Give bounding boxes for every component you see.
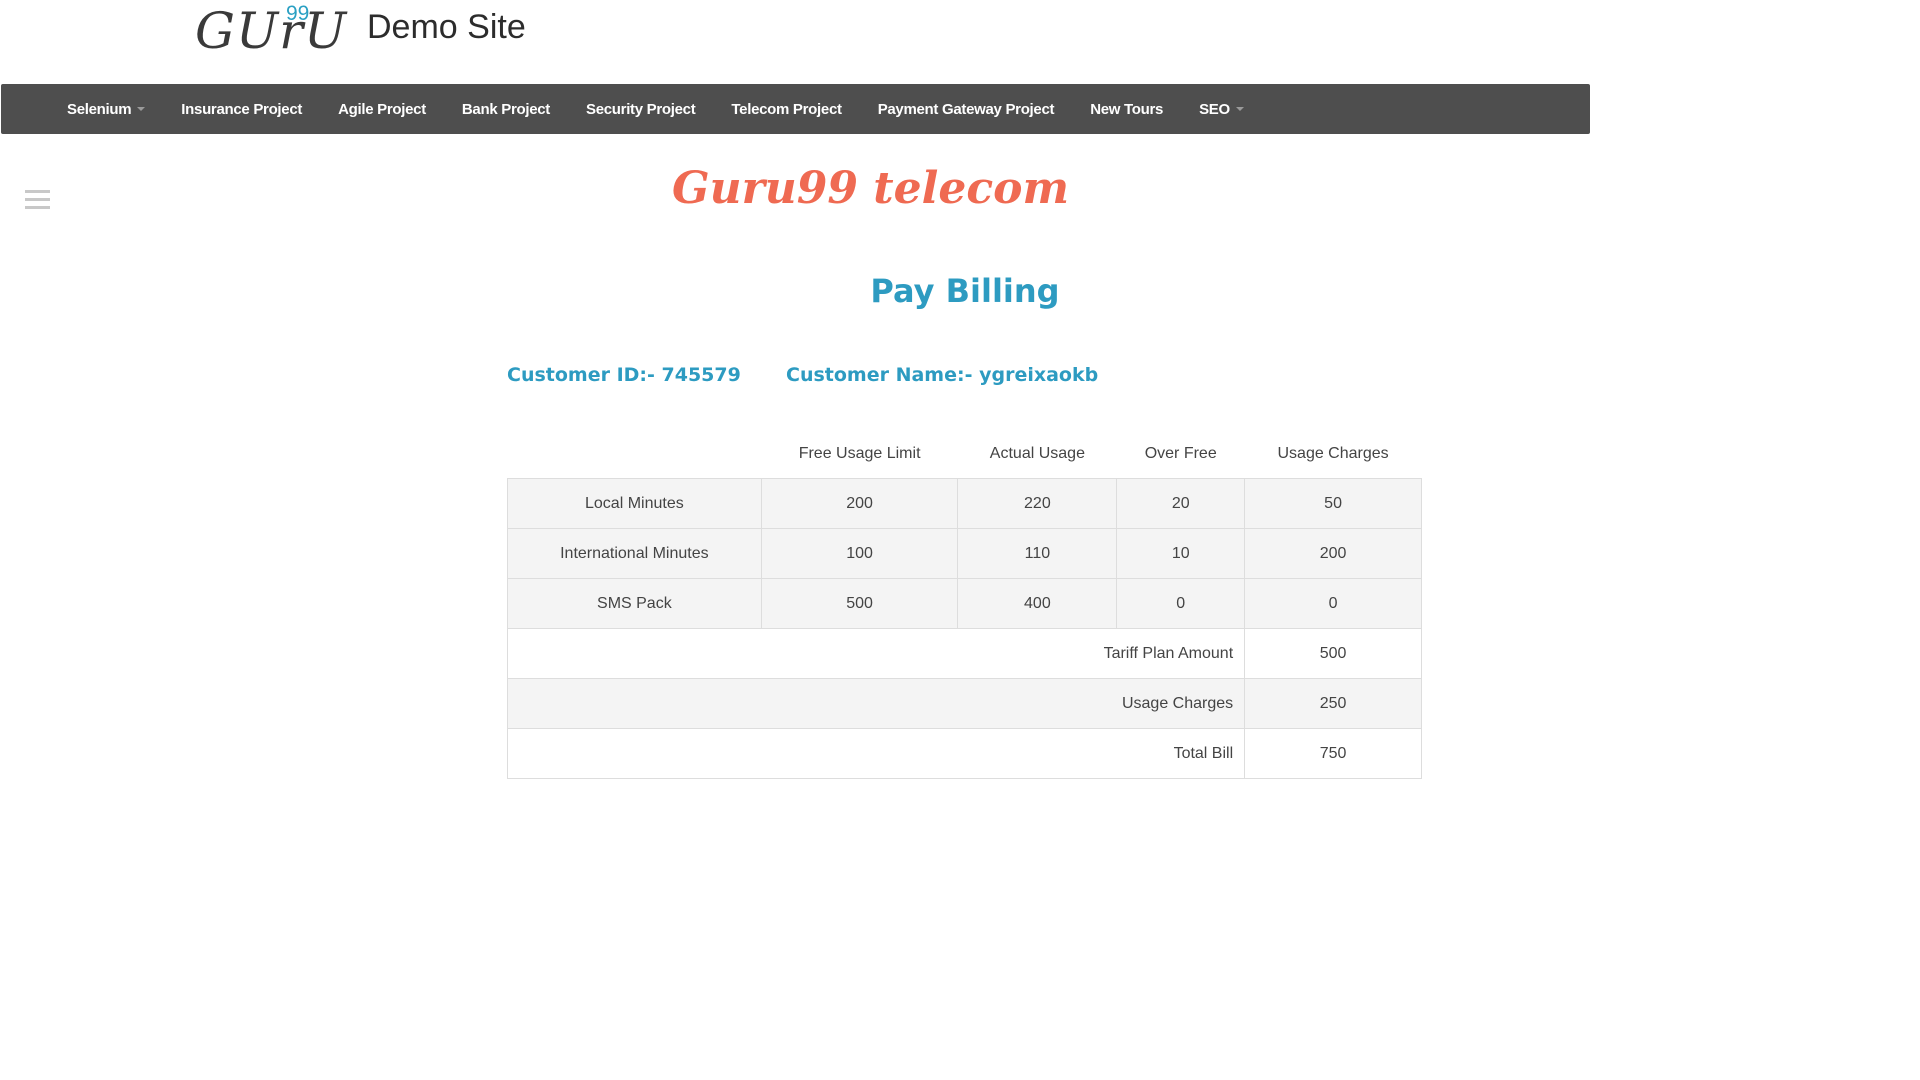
summary-value: 500 bbox=[1244, 628, 1422, 679]
summary-label: Usage Charges bbox=[506, 678, 1246, 729]
summary-label: Total Bill bbox=[506, 728, 1246, 779]
table-cell: 200 bbox=[760, 478, 959, 529]
nav-item-label: Agile Project bbox=[338, 100, 426, 118]
column-header-usage-charges: Usage Charges bbox=[1277, 445, 1389, 462]
customer-name: Customer Name:- ygreixaokb bbox=[786, 364, 1099, 386]
nav-item-label: Bank Project bbox=[461, 100, 550, 118]
menu-icon-bar bbox=[25, 198, 50, 201]
nav-item-label: New Tours bbox=[1090, 100, 1164, 118]
summary-row-total-bill: Total Bill 750 bbox=[506, 728, 1422, 779]
nav-item-seo[interactable]: SEO bbox=[1181, 101, 1262, 118]
table-cell: International Minutes bbox=[507, 528, 762, 579]
table-cell: 220 bbox=[957, 478, 1118, 529]
summary-value: 250 bbox=[1244, 678, 1422, 729]
column-header bbox=[508, 430, 762, 479]
table-cell: 0 bbox=[1244, 578, 1422, 629]
table-cell: 500 bbox=[760, 578, 959, 629]
column-header-over-free: Over Free bbox=[1144, 445, 1217, 462]
nav-item-label: SEO bbox=[1199, 100, 1230, 118]
table-row: SMS Pack 500 400 0 0 bbox=[507, 578, 1422, 629]
nav-item-label: Selenium bbox=[67, 100, 132, 118]
table-cell: SMS Pack bbox=[507, 578, 762, 629]
customer-id: Customer ID:- 745579 bbox=[507, 364, 741, 386]
column-header-actual-usage: Actual Usage bbox=[989, 445, 1085, 462]
logo-text: GUrU bbox=[195, 2, 348, 60]
nav-item-agile-project[interactable]: Agile Project bbox=[320, 101, 444, 118]
logo-superscript: 99 bbox=[286, 2, 310, 25]
nav-item-payment-gateway-project[interactable]: Payment Gateway Project bbox=[860, 101, 1073, 118]
table-row: Local Minutes 200 220 20 50 bbox=[507, 478, 1422, 529]
summary-row-usage-charges: Usage Charges 250 bbox=[506, 678, 1422, 729]
table-cell: 100 bbox=[760, 528, 959, 579]
site-title: Demo Site bbox=[367, 8, 526, 46]
menu-icon[interactable] bbox=[25, 190, 50, 214]
table-cell: 110 bbox=[957, 528, 1118, 579]
nav-items: Selenium Insurance Project Agile Project… bbox=[49, 84, 1262, 134]
nav-item-new-tours[interactable]: New Tours bbox=[1072, 101, 1181, 118]
nav-item-security-project[interactable]: Security Project bbox=[568, 101, 713, 118]
caret-down-icon bbox=[1235, 107, 1244, 111]
nav-item-label: Payment Gateway Project bbox=[877, 100, 1055, 118]
table-row: International Minutes 100 110 10 200 bbox=[507, 528, 1422, 579]
nav-item-bank-project[interactable]: Bank Project bbox=[444, 101, 568, 118]
menu-icon-bar bbox=[25, 206, 50, 209]
brand-title: Guru99 telecom bbox=[672, 163, 1070, 214]
menu-icon-bar bbox=[25, 190, 50, 193]
table-cell: 50 bbox=[1244, 478, 1422, 529]
nav-item-label: Insurance Project bbox=[181, 100, 303, 118]
nav-item-label: Telecom Project bbox=[731, 100, 842, 118]
column-header-free-usage-limit: Free Usage Limit bbox=[798, 445, 921, 462]
page: GUrU 99 Demo Site Selenium Insurance Pro… bbox=[0, 0, 1920, 1080]
table-cell: 20 bbox=[1116, 478, 1246, 529]
summary-label: Tariff Plan Amount bbox=[506, 628, 1246, 679]
nav-item-insurance-project[interactable]: Insurance Project bbox=[163, 101, 320, 118]
table-cell: 10 bbox=[1116, 528, 1246, 579]
table-cell: Local Minutes bbox=[507, 478, 762, 529]
billing-table: Free Usage Limit Actual Usage Over Free … bbox=[506, 430, 1422, 779]
nav-item-telecom-project[interactable]: Telecom Project bbox=[713, 101, 859, 118]
table-header-row: Free Usage Limit Actual Usage Over Free … bbox=[508, 430, 1422, 479]
page-heading: Pay Billing bbox=[870, 272, 1060, 310]
guru99-logo[interactable]: GUrU bbox=[195, 2, 347, 60]
summary-value: 750 bbox=[1244, 728, 1422, 779]
table-cell: 200 bbox=[1244, 528, 1422, 579]
nav-item-label: Security Project bbox=[586, 100, 696, 118]
nav-item-selenium[interactable]: Selenium bbox=[49, 101, 163, 118]
table-cell: 0 bbox=[1116, 578, 1246, 629]
caret-down-icon bbox=[137, 107, 146, 111]
top-navbar: Selenium Insurance Project Agile Project… bbox=[1, 84, 1590, 134]
summary-row-tariff-plan: Tariff Plan Amount 500 bbox=[506, 628, 1422, 679]
table-cell: 400 bbox=[957, 578, 1118, 629]
